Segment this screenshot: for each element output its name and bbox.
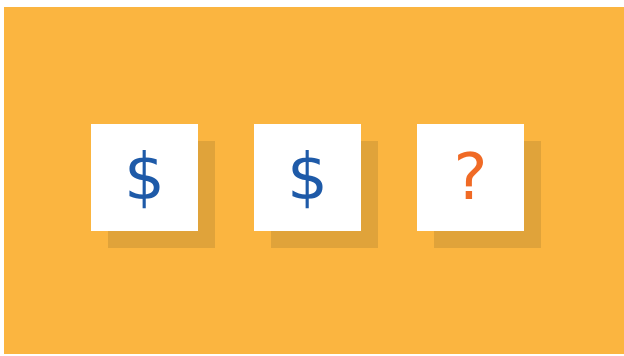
question-mark-icon: ? <box>453 140 488 215</box>
tile-card: ? <box>417 124 524 231</box>
dollar-sign-icon: $ <box>124 140 165 215</box>
tile-card: $ <box>254 124 361 231</box>
symbol-tile-2: $ <box>254 124 378 248</box>
illustration-background: $ $ ? <box>4 7 624 354</box>
dollar-sign-icon: $ <box>287 140 328 215</box>
tile-card: $ <box>91 124 198 231</box>
symbol-tile-1: $ <box>91 124 215 248</box>
symbol-tile-3: ? <box>417 124 541 248</box>
